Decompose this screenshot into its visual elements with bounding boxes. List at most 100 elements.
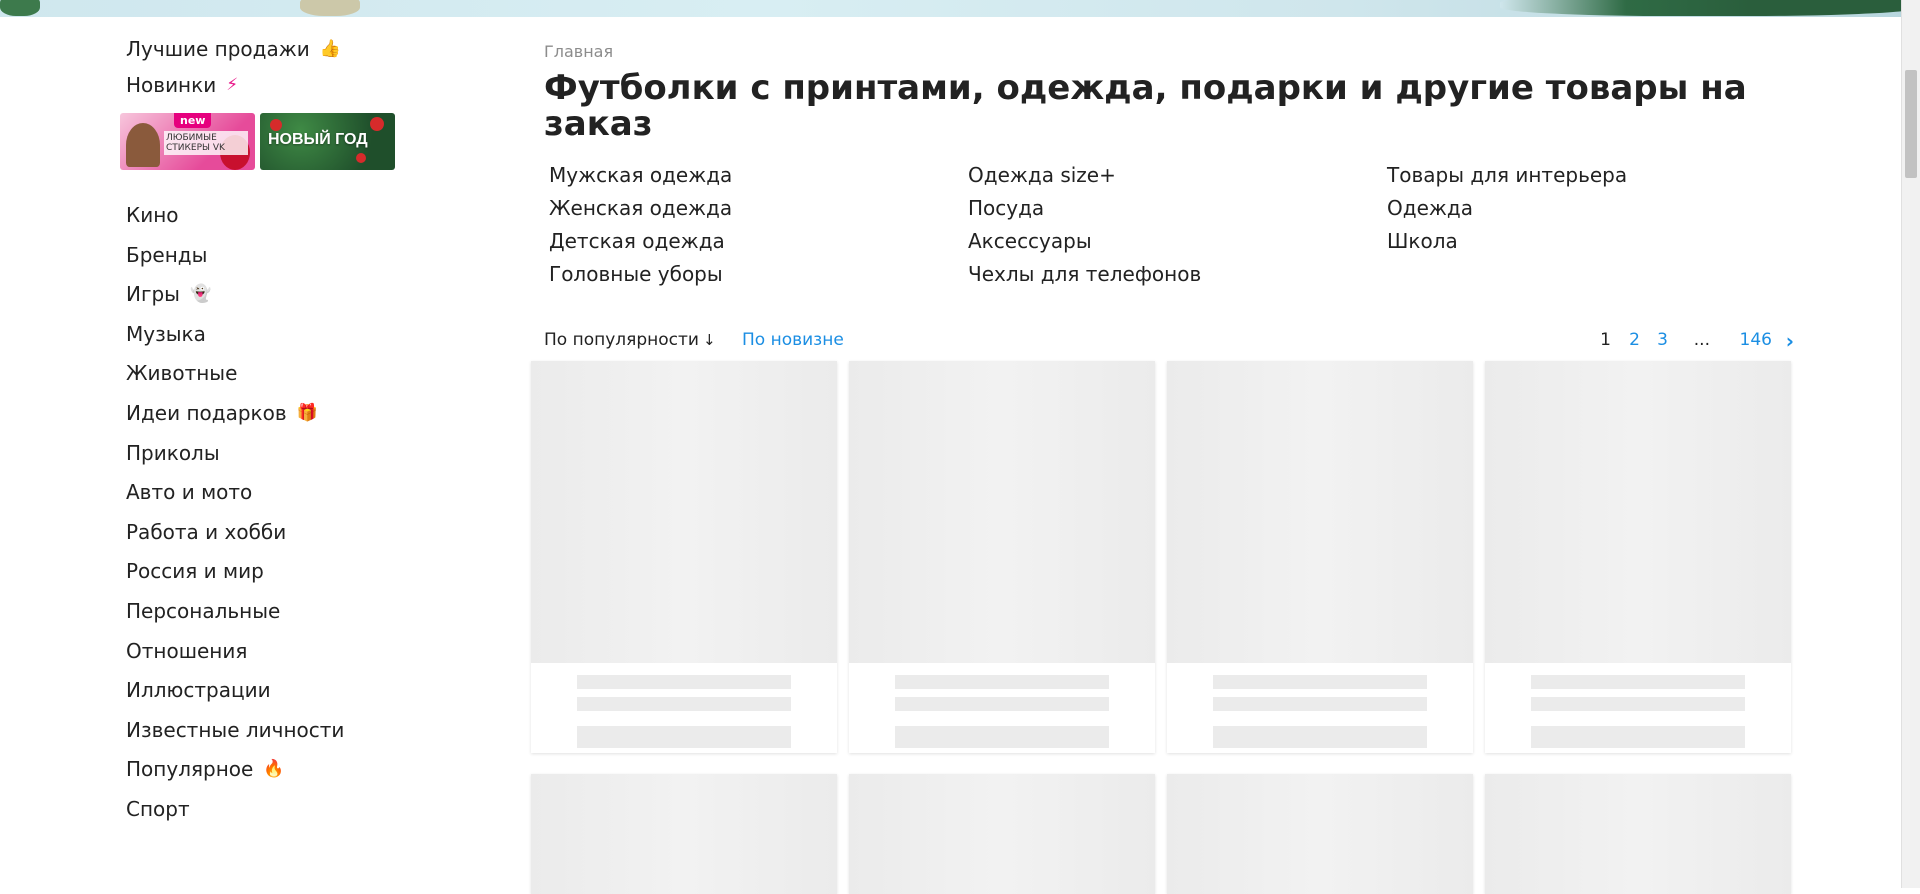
category-link[interactable]: Головные уборы [549,262,723,286]
banner-decoration [0,0,40,16]
new-badge: new [174,113,212,128]
sidebar-item-label: Игры [126,282,180,307]
scrollbar[interactable] [1901,0,1920,888]
page-title: Футболки с принтами, одежда, подарки и д… [544,68,1747,144]
product-image-placeholder [531,774,837,894]
promo-banner-vk-stickers[interactable]: new Любимые стикеры VK [120,113,255,170]
sidebar-item[interactable]: Известные личности [126,718,344,742]
page-2[interactable]: 2 [1629,330,1640,350]
top-banner [0,0,1920,17]
sort-popularity-button[interactable]: По популярности ↓ [544,330,716,350]
gift-icon: 🎁 [296,403,318,423]
text-placeholder-line [1531,726,1745,748]
product-card-placeholder[interactable] [531,361,837,753]
sidebar-item-bestsellers[interactable]: Лучшие продажи 👍 [126,37,341,61]
text-placeholder-line [577,675,791,689]
banner-pine-decoration [1500,0,1920,16]
sidebar-item[interactable]: Бренды [126,243,207,267]
product-image-placeholder [1167,774,1473,894]
text-placeholder-line [895,726,1109,748]
sidebar-item[interactable]: Персональные [126,599,280,623]
ghost-icon: 👻 [189,284,212,305]
category-link[interactable]: Мужская одежда [549,163,732,187]
sidebar-item-label: Новинки [126,73,217,97]
product-image-placeholder [531,361,837,663]
sidebar-item-label: Идеи подарков [126,401,287,425]
sort-newest-link[interactable]: По новизне [742,330,844,350]
category-link[interactable]: Чехлы для телефонов [968,262,1201,286]
text-placeholder-line [577,726,791,748]
product-card-placeholder[interactable] [1167,774,1473,894]
product-image-placeholder [849,361,1155,663]
sidebar-item[interactable]: Игры 👻 [126,282,211,306]
page-last[interactable]: 146 [1740,330,1772,350]
product-card-placeholder[interactable] [531,774,837,894]
sidebar-item[interactable]: Приколы [126,441,220,465]
category-link[interactable]: Одежда size+ [968,163,1116,187]
sidebar-item[interactable]: Авто и мото [126,480,252,504]
sidebar-item-label: Популярное [126,757,254,782]
product-card-placeholder[interactable] [849,774,1155,894]
sidebar-item[interactable]: Животные [126,361,237,385]
sidebar-item-label: Работа и хобби [126,519,287,544]
product-card-placeholder[interactable] [1485,774,1791,894]
product-image-placeholder [1485,774,1791,894]
scrollbar-thumb[interactable] [1905,70,1917,178]
sidebar-item-label: Авто и мото [126,480,253,505]
fire-icon: 🔥 [263,759,285,780]
product-image-placeholder [849,774,1155,894]
text-placeholder-line [1531,675,1745,689]
sidebar-item[interactable]: Иллюстрации [126,678,271,702]
category-link[interactable]: Аксессуары [968,229,1092,253]
text-placeholder-line [895,697,1109,711]
sidebar-item[interactable]: Спорт [126,797,190,821]
text-placeholder-line [1213,697,1427,711]
category-link[interactable]: Женская одежда [549,196,732,220]
text-placeholder-line [1531,697,1745,711]
product-image-placeholder [1485,361,1791,663]
sidebar-item-label: Иллюстрации [126,678,271,703]
text-placeholder-line [1213,675,1427,689]
promo-banner-new-year[interactable]: НОВЫЙ ГОД [260,113,395,170]
product-card-placeholder[interactable] [1485,361,1791,753]
sidebar-item-label: Персональные [126,599,281,623]
category-link[interactable]: Школа [1387,229,1458,253]
product-card-placeholder[interactable] [849,361,1155,753]
text-placeholder-line [1213,726,1427,748]
ornament-icon [270,119,282,131]
category-link[interactable]: Детская одежда [549,229,725,253]
sidebar-item-label: Спорт [126,797,190,821]
product-image-placeholder [1167,361,1473,663]
category-link[interactable]: Посуда [968,196,1044,220]
breadcrumb[interactable]: Главная [544,42,613,61]
text-placeholder-line [895,675,1109,689]
promo-text: НОВЫЙ ГОД [268,131,368,148]
sidebar-item[interactable]: Популярное 🔥 [126,757,285,781]
sidebar-item[interactable]: Отношения [126,639,247,663]
ornament-icon [370,117,384,131]
sidebar-item[interactable]: Музыка [126,322,206,346]
product-card-placeholder[interactable] [1167,361,1473,753]
sidebar-item-label: Россия и мир [126,559,264,584]
sidebar-item-new[interactable]: Новинки ⚡ [126,73,238,97]
sidebar-item[interactable]: Россия и мир [126,559,264,583]
sidebar-item-label: Музыка [126,321,206,346]
sidebar-item-label: Лучшие продажи [126,37,310,61]
arrow-down-icon: ↓ [702,331,716,349]
sidebar-item[interactable]: Работа и хобби [126,520,286,544]
sidebar-item-label: Известные личности [126,717,345,742]
pagination: 1 2 3 ... 146 › [1594,329,1794,353]
page-1[interactable]: 1 [1600,330,1611,350]
sidebar-item[interactable]: Идеи подарков 🎁 [126,401,318,425]
promo-text: Любимые стикеры VK [164,131,248,155]
sidebar-item-label: Животные [126,361,238,386]
category-link[interactable]: Товары для интерьера [1387,163,1627,187]
sidebar-item[interactable]: Кино [126,203,179,227]
pagination-ellipsis: ... [1693,330,1710,350]
category-link[interactable]: Одежда [1387,196,1473,220]
sidebar-item-label: Кино [126,203,179,227]
chevron-right-icon[interactable]: › [1786,329,1794,353]
page-3[interactable]: 3 [1657,330,1668,350]
ornament-icon [356,153,366,163]
sidebar-item-label: Приколы [126,440,220,465]
